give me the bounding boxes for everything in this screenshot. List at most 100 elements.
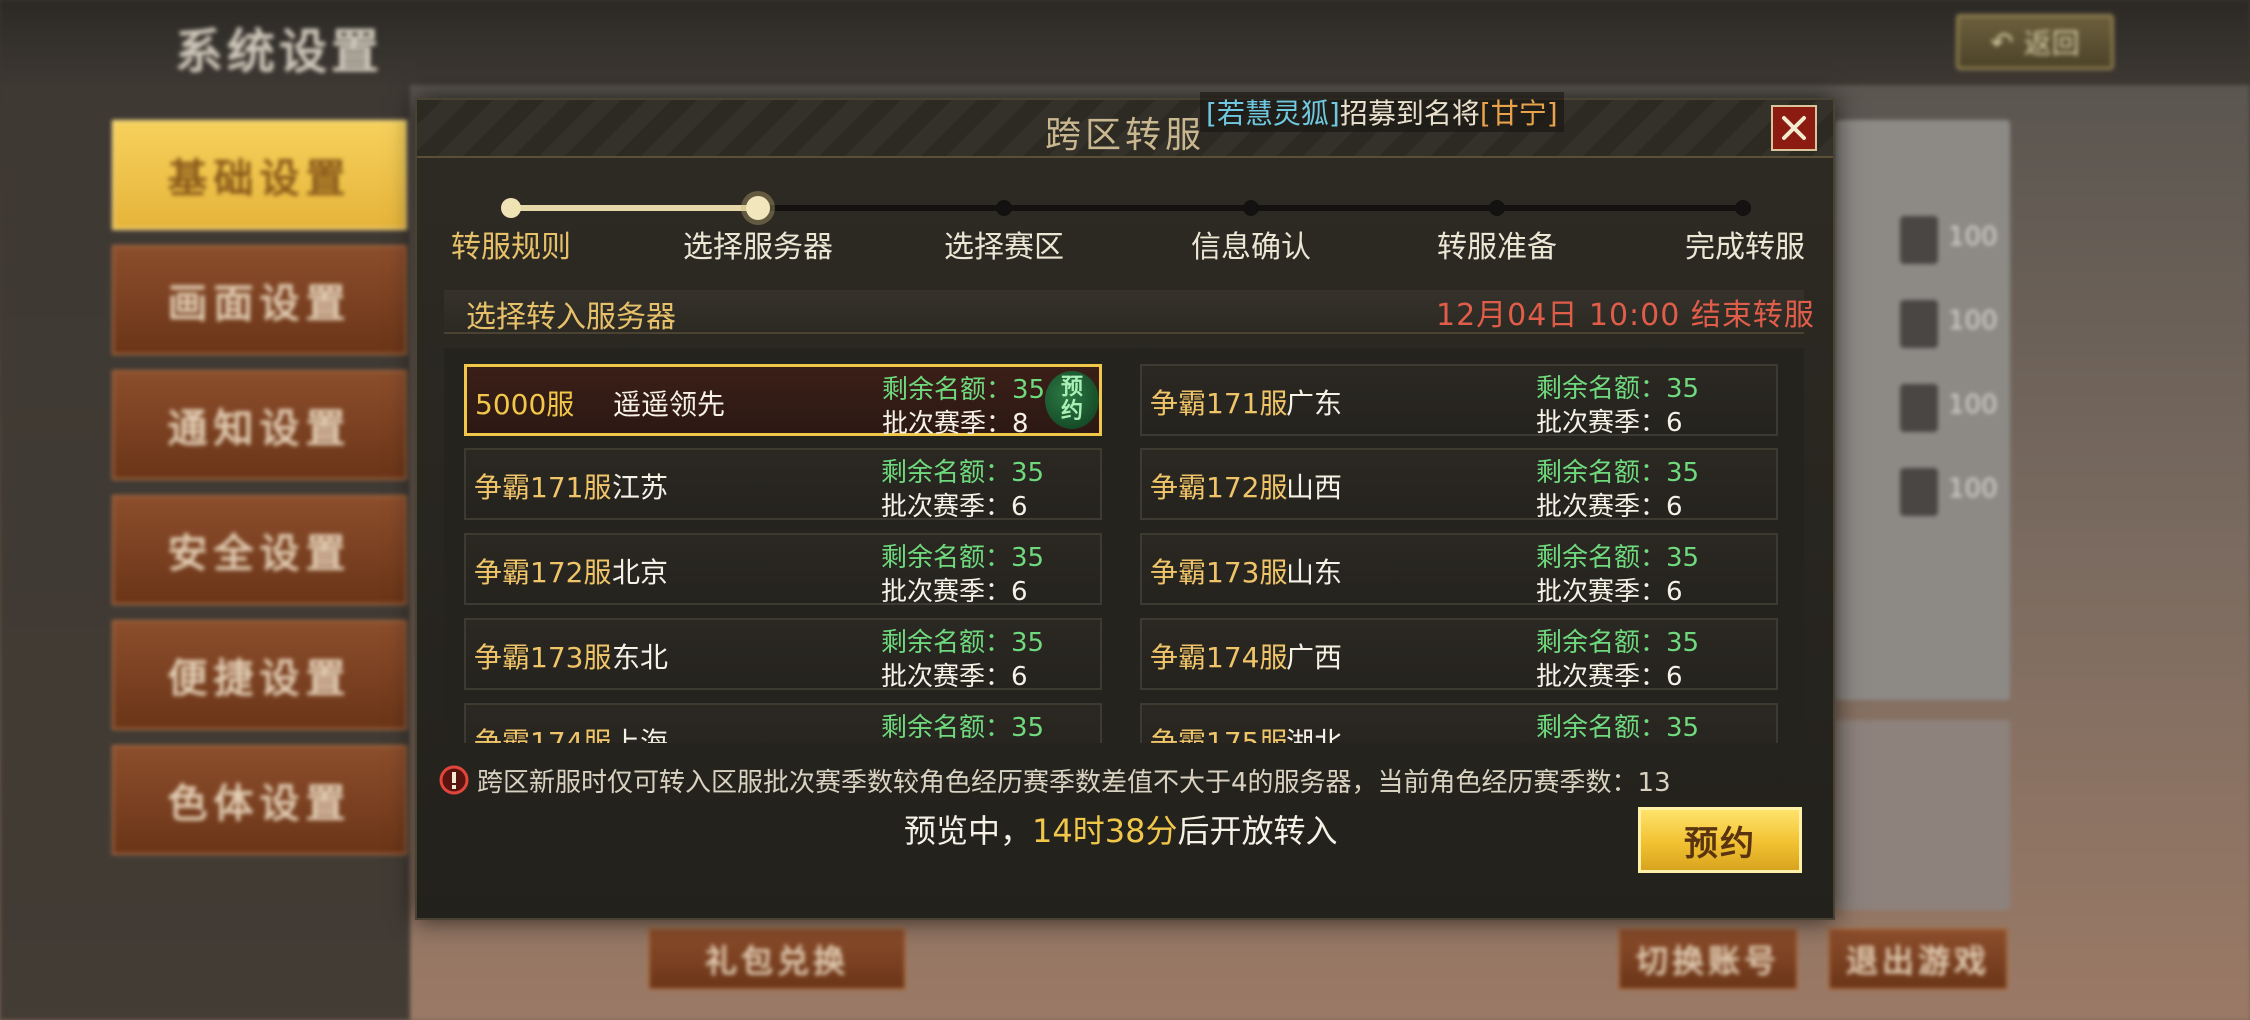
server-card[interactable]: 争霸175服 湖北 剩余名额：35 (1140, 703, 1778, 743)
step-track-progress (511, 205, 758, 211)
step-dot-current (746, 196, 770, 220)
server-remaining-slots: 剩余名额：35 (881, 628, 1045, 658)
step-complete: 完成转服 (1685, 230, 1805, 265)
server-name: 争霸171服 (1150, 387, 1288, 420)
section-title: 选择转入服务器 (466, 300, 676, 335)
server-remaining-slots: 剩余名额：35 (1536, 628, 1700, 658)
close-button[interactable] (1771, 105, 1817, 151)
return-arrow-icon: ↶ (1990, 25, 2014, 59)
server-card[interactable]: 争霸172服 山西 剩余名额：35 批次赛季：6 (1140, 448, 1778, 522)
bg-exit-game-button: 退出游戏 (1828, 928, 2008, 990)
server-region: 东北 (612, 641, 669, 674)
server-card[interactable]: 争霸174服 广西 剩余名额：35 批次赛季：6 (1140, 618, 1778, 692)
dialog-title: 跨区转服 (1044, 115, 1205, 156)
server-remaining-slots: 剩余名额：35 (1536, 374, 1700, 404)
step-dot (1489, 200, 1505, 216)
transfer-deadline: 12月04日 10:00 结束转服 (1436, 298, 1815, 333)
server-batch-season: 批次赛季：6 (1536, 662, 1683, 692)
server-batch-season: 批次赛季：6 (881, 577, 1028, 607)
bg-menu-notify: 通知设置 (112, 370, 407, 480)
server-region: 湖北 (1286, 726, 1343, 743)
server-name: 争霸171服 (474, 471, 612, 504)
server-card-selected[interactable]: 5000服 遥遥领先 剩余名额：35 批次赛季：8 预 约 (464, 364, 1102, 439)
server-region: 遥遥领先 (613, 388, 726, 421)
server-region: 山西 (1286, 471, 1343, 504)
bg-menu-color: 色体设置 (112, 745, 407, 855)
server-card[interactable]: 争霸171服 广东 剩余名额：35 批次赛季：6 (1140, 364, 1778, 438)
server-name: 争霸172服 (474, 556, 612, 589)
server-remaining-slots: 剩余名额：35 (882, 375, 1046, 405)
bg-slider-knob (1900, 216, 1938, 264)
server-card[interactable]: 争霸172服 北京 剩余名额：35 批次赛季：6 (464, 533, 1102, 607)
step-prepare: 转服准备 (1437, 230, 1557, 265)
close-icon (1782, 116, 1806, 140)
server-batch-season: 批次赛季：6 (1536, 492, 1683, 522)
bg-gift-redeem-button: 礼包兑换 (648, 928, 906, 990)
server-region: 上海 (612, 726, 669, 743)
server-batch-season: 批次赛季：6 (1536, 408, 1683, 438)
broadcast-text: 招募到名将 (1339, 97, 1480, 130)
step-confirm-info: 信息确认 (1191, 230, 1311, 265)
warning-icon (439, 765, 469, 795)
preview-suffix: 后开放转入 (1177, 812, 1338, 850)
bg-menu-shortcut: 便捷设置 (112, 620, 407, 730)
server-name: 争霸173服 (474, 641, 612, 674)
bg-return-label: 返回 (2023, 27, 2080, 60)
reserve-button[interactable]: 预约 (1638, 807, 1802, 873)
step-select-zone: 选择赛区 (944, 230, 1064, 265)
bg-page-title: 系统设置 (175, 24, 384, 80)
server-batch-season: 批次赛季：6 (881, 492, 1028, 522)
badge-char: 预 (1060, 375, 1083, 400)
preview-countdown: 14时38分 (1032, 812, 1178, 850)
transfer-rule-warning: 跨区新服时仅可转入区服批次赛季数较角色经历赛季数差值不大于4的服务器，当前角色经… (477, 768, 1671, 798)
server-list[interactable]: 5000服 遥遥领先 剩余名额：35 批次赛季：8 预 约 争霸171服 江苏 … (444, 348, 1804, 743)
server-card[interactable]: 争霸174服 上海 剩余名额：35 (464, 703, 1102, 743)
server-region: 北京 (612, 556, 669, 589)
server-card[interactable]: 争霸173服 东北 剩余名额：35 批次赛季：6 (464, 618, 1102, 692)
server-region: 广东 (1286, 387, 1343, 420)
bg-right-panel-lower (1835, 720, 2010, 910)
step-dot (996, 200, 1012, 216)
bg-return-button: ↶ 返回 (1956, 14, 2114, 70)
server-remaining-slots: 剩余名额：35 (881, 543, 1045, 573)
bg-slider-knob (1900, 384, 1938, 432)
bg-menu-basic: 基础设置 (112, 120, 407, 230)
server-name: 争霸174服 (474, 726, 612, 743)
bg-slider-knob (1900, 468, 1938, 516)
reserved-badge-icon: 预 约 (1045, 371, 1099, 429)
badge-char: 约 (1060, 399, 1083, 424)
step-rules: 转服规则 (451, 230, 571, 265)
server-name: 争霸172服 (1150, 471, 1288, 504)
step-dot (1243, 200, 1259, 216)
preview-prefix: 预览中， (904, 812, 1033, 850)
server-remaining-slots: 剩余名额：35 (1536, 543, 1700, 573)
broadcast-player: [若慧灵狐] (1206, 97, 1340, 130)
server-name: 争霸174服 (1150, 641, 1288, 674)
server-batch-season: 批次赛季：8 (882, 409, 1029, 439)
preview-status: 预览中，14时38分后开放转入 (904, 806, 1337, 852)
dialog-header: 跨区转服 (417, 100, 1833, 158)
bg-menu-security: 安全设置 (112, 495, 407, 605)
step-select-server: 选择服务器 (683, 230, 833, 265)
step-dot (501, 198, 521, 218)
server-batch-season: 批次赛季：6 (881, 662, 1028, 692)
broadcast-general: [甘宁] (1479, 97, 1558, 130)
bg-slider-value: 100 (1948, 474, 1998, 504)
server-card[interactable]: 争霸171服 江苏 剩余名额：35 批次赛季：6 (464, 448, 1102, 522)
bg-slider-value: 100 (1948, 222, 1998, 252)
server-region: 广西 (1286, 641, 1343, 674)
broadcast-banner: [若慧灵狐]招募到名将[甘宁] (1200, 92, 1564, 132)
bg-slider-value: 100 (1948, 306, 1998, 336)
server-card[interactable]: 争霸173服 山东 剩余名额：35 批次赛季：6 (1140, 533, 1778, 607)
server-name: 争霸175服 (1150, 726, 1288, 743)
bg-slider-value: 100 (1948, 390, 1998, 420)
server-name: 争霸173服 (1150, 556, 1288, 589)
step-dot (1735, 200, 1751, 216)
server-name: 5000服 (475, 388, 575, 421)
server-region: 江苏 (612, 471, 669, 504)
server-region: 山东 (1286, 556, 1343, 589)
server-remaining-slots: 剩余名额：35 (881, 713, 1045, 743)
server-batch-season: 批次赛季：6 (1536, 577, 1683, 607)
server-remaining-slots: 剩余名额：35 (1536, 713, 1700, 743)
server-remaining-slots: 剩余名额：35 (1536, 458, 1700, 488)
